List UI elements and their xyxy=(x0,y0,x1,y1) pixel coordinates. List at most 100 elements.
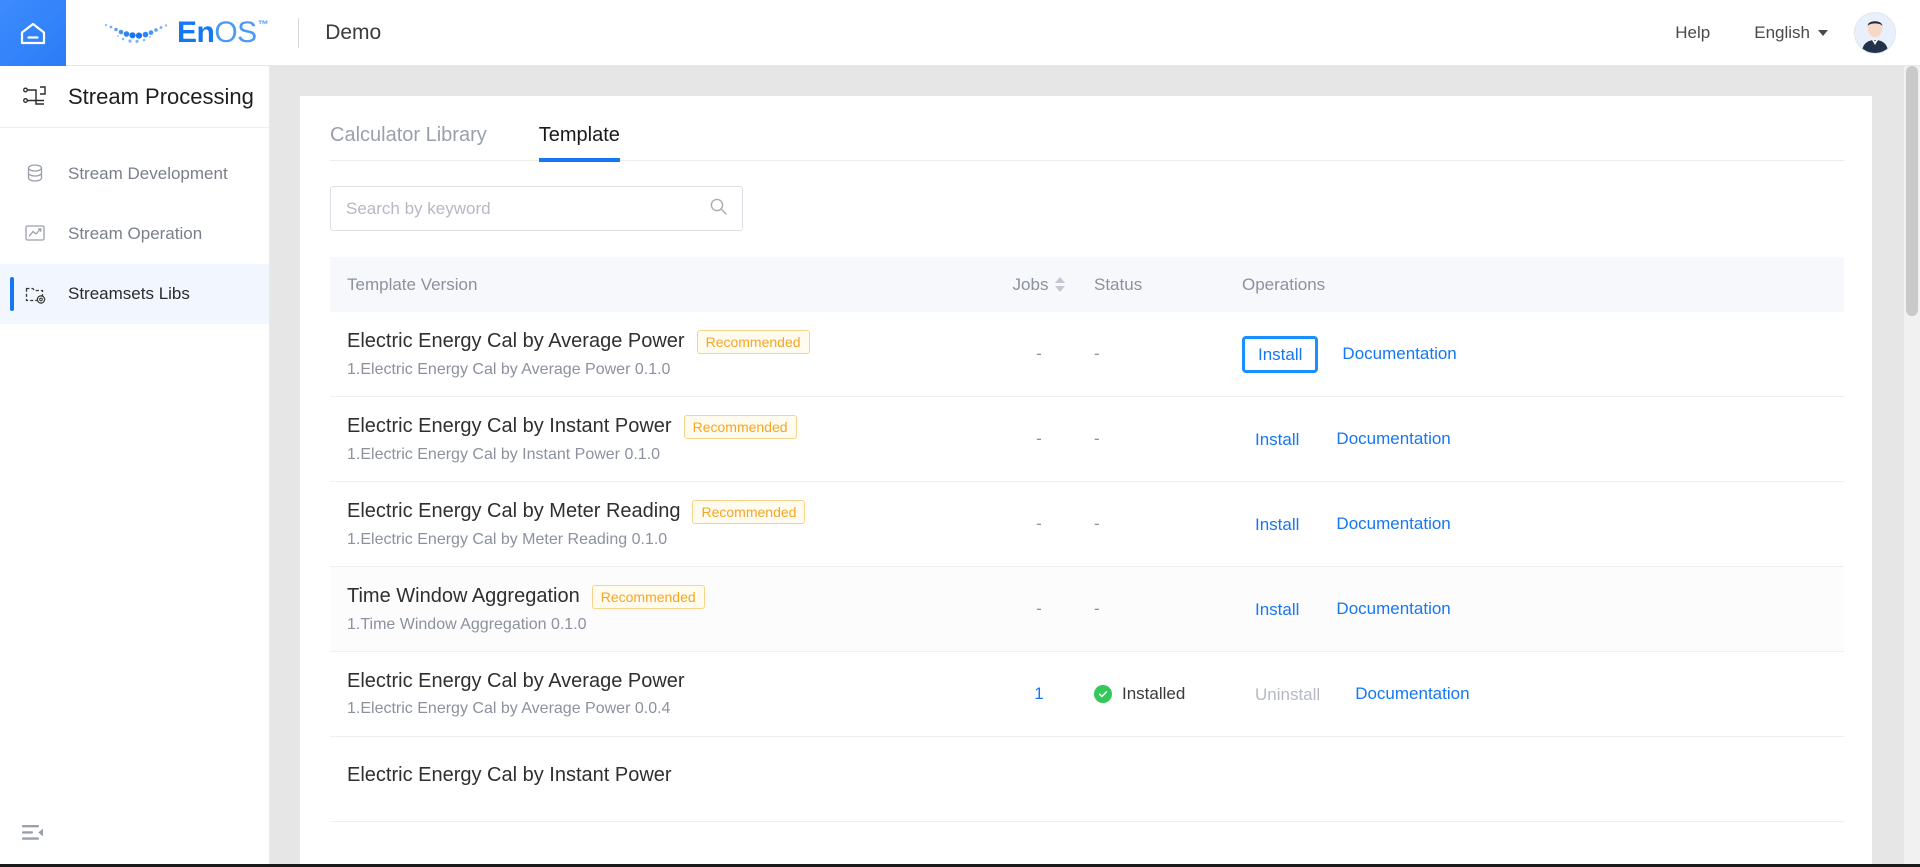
status-badge: Recommended xyxy=(692,500,805,524)
install-button[interactable]: Install xyxy=(1242,336,1318,373)
status-badge: Recommended xyxy=(684,415,797,439)
column-header-jobs[interactable]: Jobs xyxy=(984,275,1094,295)
column-header-operations: Operations xyxy=(1242,275,1572,295)
column-header-status: Status xyxy=(1094,275,1242,295)
chevron-down-icon xyxy=(1818,30,1828,36)
tenant-name: Demo xyxy=(325,21,381,45)
tab-bar: Calculator Library Template xyxy=(330,96,1844,161)
help-link[interactable]: Help xyxy=(1653,23,1732,43)
sidebar-section-title: Stream Processing xyxy=(0,66,269,128)
enos-swoosh-icon xyxy=(101,18,173,48)
table-header-row: Template Version Jobs Status Operations xyxy=(330,257,1844,312)
search-box[interactable] xyxy=(330,186,743,231)
cell-template-version: Electric Energy Cal by Instant Power Rec… xyxy=(330,415,984,464)
cell-jobs: - xyxy=(984,599,1094,619)
language-label: English xyxy=(1754,23,1810,43)
brand-wordmark: EnOS™ xyxy=(177,18,268,48)
header-actions: Help English xyxy=(1653,12,1920,54)
sidebar-item-label: Stream Operation xyxy=(68,224,202,244)
cell-jobs: - xyxy=(984,429,1094,449)
cell-status: - xyxy=(1094,514,1242,534)
cell-operations: Uninstall Documentation xyxy=(1242,679,1572,710)
cell-jobs: - xyxy=(984,514,1094,534)
documentation-link[interactable]: Documentation xyxy=(1336,514,1450,534)
sidebar-item-stream-development[interactable]: Stream Development xyxy=(0,144,269,204)
main-content: Calculator Library Template Template Ver… xyxy=(270,66,1920,867)
table-row: Electric Energy Cal by Average Power 1.E… xyxy=(330,652,1844,737)
table-row: Time Window Aggregation Recommended 1.Ti… xyxy=(330,567,1844,652)
install-button[interactable]: Install xyxy=(1242,424,1312,455)
cell-status: - xyxy=(1094,344,1242,364)
tab-calculator-library[interactable]: Calculator Library xyxy=(330,124,487,160)
home-button[interactable] xyxy=(0,0,66,66)
templates-table: Template Version Jobs Status Operations … xyxy=(330,257,1844,822)
status-text: - xyxy=(1094,429,1100,448)
template-title: Electric Energy Cal by Instant Power xyxy=(347,415,672,438)
collapse-sidebar-icon xyxy=(22,829,44,846)
cell-jobs: - xyxy=(984,344,1094,364)
header-divider xyxy=(298,18,299,48)
search-row xyxy=(300,161,1872,231)
language-selector[interactable]: English xyxy=(1732,23,1842,43)
top-header-bar: EnOS™ Demo Help English xyxy=(0,0,1920,66)
template-version-text: 1.Electric Energy Cal by Average Power 0… xyxy=(347,361,984,379)
sidebar-title-label: Stream Processing xyxy=(68,84,254,110)
stream-operation-icon xyxy=(22,221,48,247)
documentation-link[interactable]: Documentation xyxy=(1336,599,1450,619)
template-title: Electric Energy Cal by Average Power xyxy=(347,330,685,353)
sidebar-item-stream-operation[interactable]: Stream Operation xyxy=(0,204,269,264)
cell-template-version: Electric Energy Cal by Average Power Rec… xyxy=(330,330,984,379)
cell-status: - xyxy=(1094,429,1242,449)
cell-operations: Install Documentation xyxy=(1242,594,1572,625)
template-version-text: 1.Electric Energy Cal by Instant Power 0… xyxy=(347,446,984,464)
cell-jobs-link[interactable]: 1 xyxy=(984,684,1094,704)
search-icon[interactable] xyxy=(709,197,728,221)
status-text: - xyxy=(1094,599,1100,618)
avatar[interactable] xyxy=(1854,12,1896,54)
brand-os: OS xyxy=(214,18,256,48)
cell-status: - xyxy=(1094,599,1242,619)
status-text: - xyxy=(1094,514,1100,533)
table-row: Electric Energy Cal by Meter Reading Rec… xyxy=(330,482,1844,567)
tab-template[interactable]: Template xyxy=(539,124,620,160)
table-row: Electric Energy Cal by Instant Power Rec… xyxy=(330,397,1844,482)
cell-template-version: Time Window Aggregation Recommended 1.Ti… xyxy=(330,585,984,634)
install-button[interactable]: Install xyxy=(1242,594,1312,625)
column-header-jobs-label: Jobs xyxy=(1013,275,1049,295)
template-title: Time Window Aggregation xyxy=(347,585,580,608)
documentation-link[interactable]: Documentation xyxy=(1355,684,1469,704)
table-row: Electric Energy Cal by Instant Power xyxy=(330,737,1844,822)
column-header-template-version: Template Version xyxy=(330,275,984,295)
search-input[interactable] xyxy=(346,199,709,219)
cell-operations: Install Documentation xyxy=(1242,336,1572,373)
install-button[interactable]: Install xyxy=(1242,509,1312,540)
cell-status: Installed xyxy=(1094,684,1242,704)
cell-operations: Install Documentation xyxy=(1242,509,1572,540)
stream-development-icon xyxy=(22,161,48,187)
template-version-text: 1.Electric Energy Cal by Meter Reading 0… xyxy=(347,531,984,549)
content-card: Calculator Library Template Template Ver… xyxy=(300,96,1872,867)
brand-trademark: ™ xyxy=(258,20,269,31)
template-version-text: 1.Time Window Aggregation 0.1.0 xyxy=(347,616,984,634)
installed-check-icon xyxy=(1094,685,1112,703)
table-row: Electric Energy Cal by Average Power Rec… xyxy=(330,312,1844,397)
documentation-link[interactable]: Documentation xyxy=(1336,429,1450,449)
collapse-sidebar-button[interactable] xyxy=(22,824,44,847)
uninstall-button[interactable]: Uninstall xyxy=(1242,679,1333,710)
cell-operations: Install Documentation xyxy=(1242,424,1572,455)
sidebar-item-streamsets-libs[interactable]: Streamsets Libs xyxy=(0,264,269,324)
vertical-scrollbar[interactable] xyxy=(1904,66,1920,867)
status-text: - xyxy=(1094,344,1100,363)
template-title: Electric Energy Cal by Average Power xyxy=(347,670,685,693)
scrollbar-thumb[interactable] xyxy=(1906,66,1918,316)
sort-ascending-icon xyxy=(1055,277,1065,283)
sidebar-item-label: Stream Development xyxy=(68,164,228,184)
documentation-link[interactable]: Documentation xyxy=(1342,344,1456,364)
streamsets-libs-icon xyxy=(22,281,48,307)
status-badge: Recommended xyxy=(592,585,705,609)
sort-descending-icon xyxy=(1055,286,1065,292)
template-title: Electric Energy Cal by Meter Reading xyxy=(347,500,680,523)
brand-logo: EnOS™ xyxy=(101,18,268,48)
stream-processing-icon xyxy=(22,84,48,110)
sort-arrows-icon[interactable] xyxy=(1055,277,1065,292)
